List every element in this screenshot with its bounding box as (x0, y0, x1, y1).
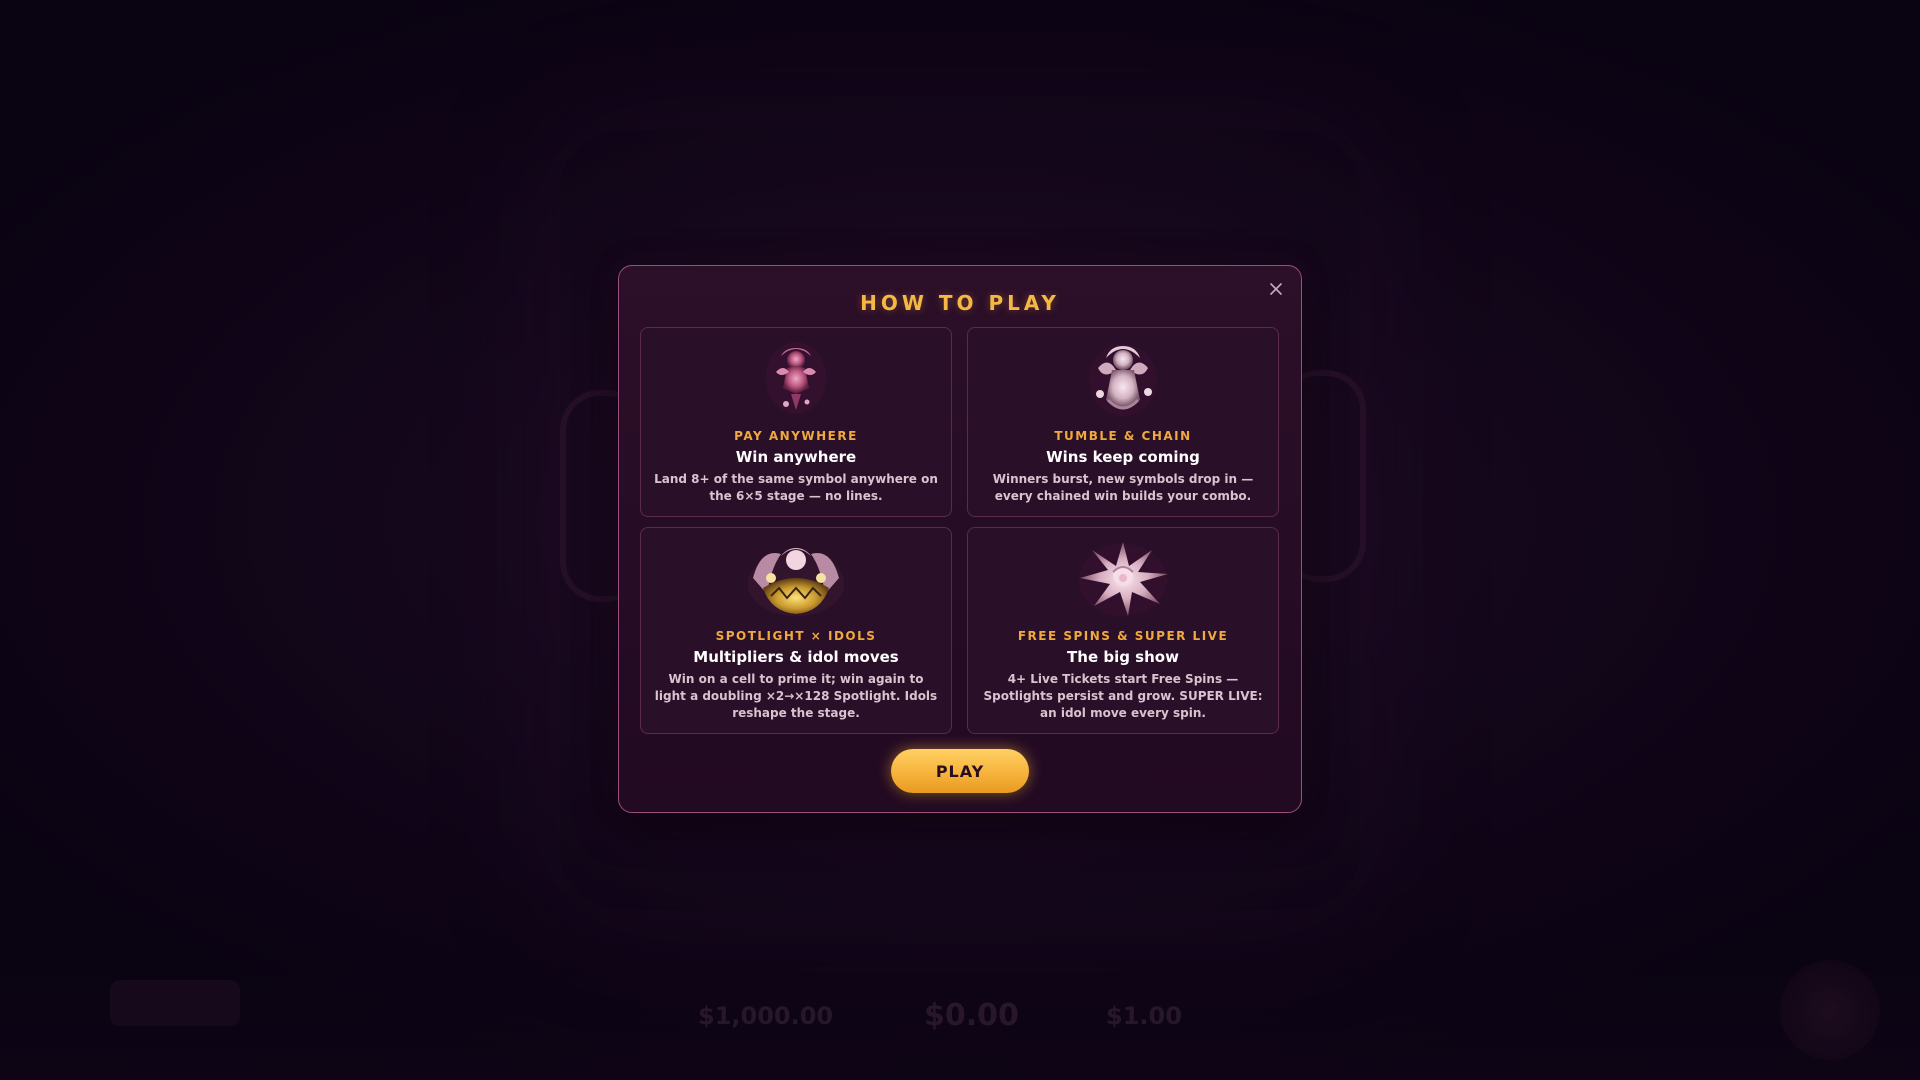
play-button[interactable]: PLAY (891, 749, 1029, 793)
card-kicker: FREE SPINS & SUPER LIVE (1017, 629, 1229, 643)
card-description: Win on a cell to prime it; win again to … (654, 672, 938, 720)
card-heading: Win anywhere (735, 448, 857, 466)
card-heading: Wins keep coming (1046, 448, 1200, 466)
close-button[interactable] (1265, 278, 1287, 300)
card-description: 4+ Live Tickets start Free Spins — Spotl… (983, 672, 1263, 720)
card-heading: The big show (1067, 648, 1179, 666)
starburst-idol-icon (1068, 538, 1178, 618)
feature-card-spotlight-idols: SPOTLIGHT × IDOLS Multipliers & idol mov… (640, 527, 952, 734)
card-description: Land 8+ of the same symbol anywhere on t… (654, 472, 938, 503)
card-heading: Multipliers & idol moves (693, 648, 899, 666)
how-to-play-modal: HOW TO PLAY PAY ANYWHERE Win anywhere La… (618, 265, 1302, 813)
card-kicker: PAY ANYWHERE (734, 429, 858, 443)
close-icon (1270, 283, 1282, 295)
idol-symbol-pink-icon (741, 338, 851, 418)
idol-group-gold-icon (741, 538, 851, 618)
card-kicker: TUMBLE & CHAIN (1054, 429, 1192, 443)
modal-title: HOW TO PLAY (860, 291, 1060, 315)
feature-card-tumble-chain: TUMBLE & CHAIN Wins keep coming Winners … (967, 327, 1279, 517)
feature-card-free-spins: FREE SPINS & SUPER LIVE The big show 4+ … (967, 527, 1279, 734)
card-kicker: SPOTLIGHT × IDOLS (715, 629, 877, 643)
card-description: Winners burst, new symbols drop in — eve… (992, 472, 1254, 503)
idol-symbol-white-icon (1068, 338, 1178, 418)
feature-card-pay-anywhere: PAY ANYWHERE Win anywhere Land 8+ of the… (640, 327, 952, 517)
